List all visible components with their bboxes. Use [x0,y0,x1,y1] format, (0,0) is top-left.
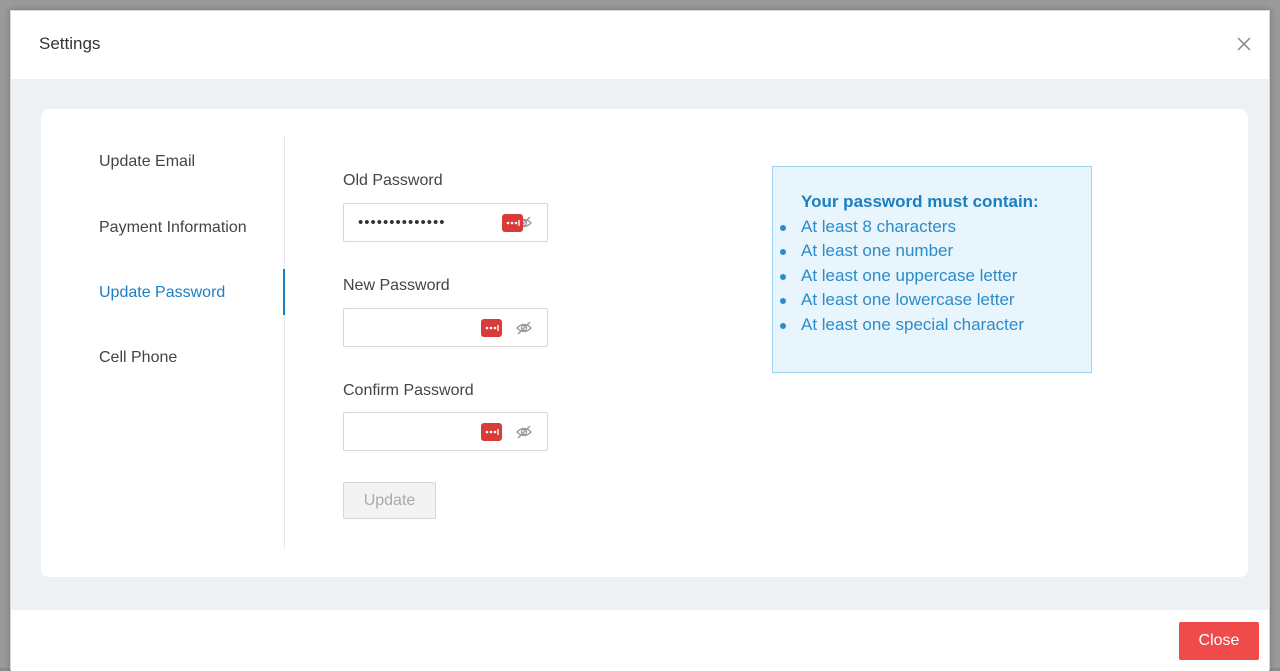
old-password-label: Old Password [343,172,443,189]
nav-item-cell-phone[interactable]: Cell Phone [99,349,177,367]
password-manager-icon[interactable] [481,423,502,441]
password-manager-icon[interactable] [481,319,502,337]
requirement-item: At least one special character [779,314,1024,338]
close-button[interactable]: Close [1179,622,1259,660]
modal-footer: Close [11,610,1269,671]
settings-nav: Update Email Payment Information Update … [41,137,285,549]
eye-slash-icon[interactable] [514,422,534,442]
active-nav-indicator [283,269,285,315]
new-password-label: New Password [343,277,450,294]
requirements-title: Your password must contain: [801,192,1039,211]
requirement-item: At least 8 characters [779,216,1024,240]
new-password-input[interactable] [343,308,548,347]
close-icon[interactable] [1233,33,1255,55]
confirm-password-label: Confirm Password [343,382,474,399]
requirement-item: At least one number [779,240,1024,264]
modal-title: Settings [39,34,101,53]
nav-item-payment-information[interactable]: Payment Information [99,219,247,237]
requirement-item: At least one uppercase letter [779,265,1024,289]
password-requirements-box: Your password must contain: At least 8 c… [772,166,1092,373]
nav-item-update-email[interactable]: Update Email [99,153,195,171]
old-password-input[interactable]: •••••••••••••• [343,203,548,242]
modal-header: Settings [11,11,1269,79]
eye-slash-icon[interactable] [514,318,534,338]
confirm-password-input[interactable] [343,412,548,451]
settings-card: Update Email Payment Information Update … [41,109,1248,577]
nav-item-update-password[interactable]: Update Password [99,284,225,302]
settings-modal: Settings Update Email Payment Informatio… [10,10,1270,671]
old-password-value: •••••••••••••• [358,214,446,231]
modal-body: Update Email Payment Information Update … [11,79,1269,610]
password-manager-icon[interactable] [502,214,523,232]
requirement-item: At least one lowercase letter [779,289,1024,313]
update-button[interactable]: Update [343,482,436,519]
requirements-list: At least 8 characters At least one numbe… [779,216,1024,338]
